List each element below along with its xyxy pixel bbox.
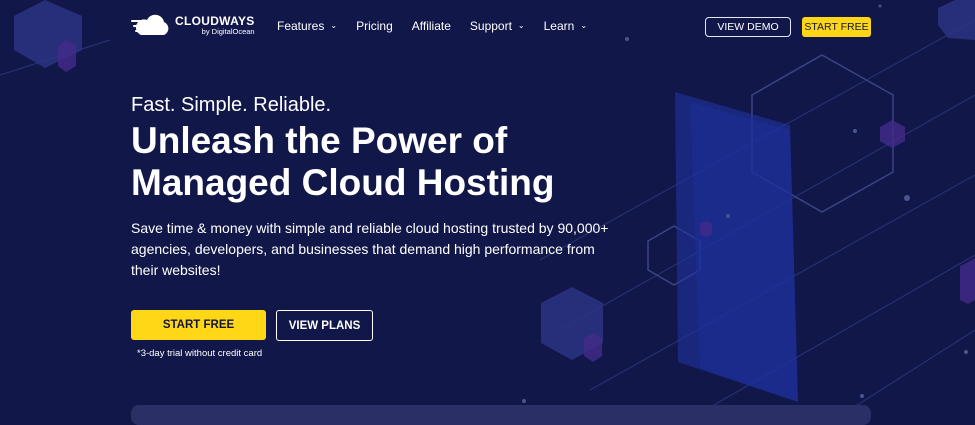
- nav-item-features[interactable]: Features ⌄: [277, 19, 337, 33]
- nav-item-label: Support: [469, 19, 512, 33]
- chevron-down-icon: ⌄: [517, 20, 525, 30]
- nav-item-label: Learn: [543, 19, 575, 33]
- brand-name: CLOUDWAYS: [175, 13, 255, 28]
- top-nav-bar: CLOUDWAYS by DigitalOcean Features ⌄ Pri…: [0, 0, 975, 54]
- nav-item-pricing[interactable]: Pricing: [356, 19, 393, 33]
- brand-subtitle: by DigitalOcean: [201, 26, 255, 36]
- nav-item-label: Affiliate: [411, 19, 451, 33]
- nav-item-affiliate[interactable]: Affiliate: [412, 19, 451, 33]
- hero-title-line-2: Managed Cloud Hosting: [131, 162, 555, 203]
- nav-item-support[interactable]: Support ⌄: [470, 19, 525, 33]
- nav-item-learn[interactable]: Learn ⌄: [544, 19, 587, 33]
- brand-logo[interactable]: CLOUDWAYS by DigitalOcean: [131, 14, 255, 36]
- hero-tagline: Fast. Simple. Reliable.: [131, 94, 332, 116]
- view-plans-button[interactable]: VIEW PLANS: [276, 310, 373, 341]
- cloud-logo-icon: [131, 14, 169, 35]
- hero-description: Save time & money with simple and reliab…: [131, 220, 609, 278]
- start-free-header-button[interactable]: START FREE: [802, 17, 871, 37]
- nav-item-label: Features: [277, 19, 325, 33]
- bottom-panel: [131, 405, 871, 425]
- trial-note: *3-day trial without credit card: [137, 348, 263, 359]
- start-free-button[interactable]: START FREE: [131, 310, 266, 340]
- hero-title-line-1: Unleash the Power of: [131, 120, 508, 161]
- nav-item-label: Pricing: [356, 19, 393, 33]
- chevron-down-icon: ⌄: [580, 20, 588, 30]
- hero-title: Unleash the Power of Managed Cloud Hosti…: [131, 120, 554, 204]
- chevron-down-icon: ⌄: [330, 20, 338, 30]
- main-nav: Features ⌄ Pricing Affiliate Support ⌄ L…: [277, 19, 606, 33]
- view-demo-button[interactable]: VIEW DEMO: [705, 17, 791, 37]
